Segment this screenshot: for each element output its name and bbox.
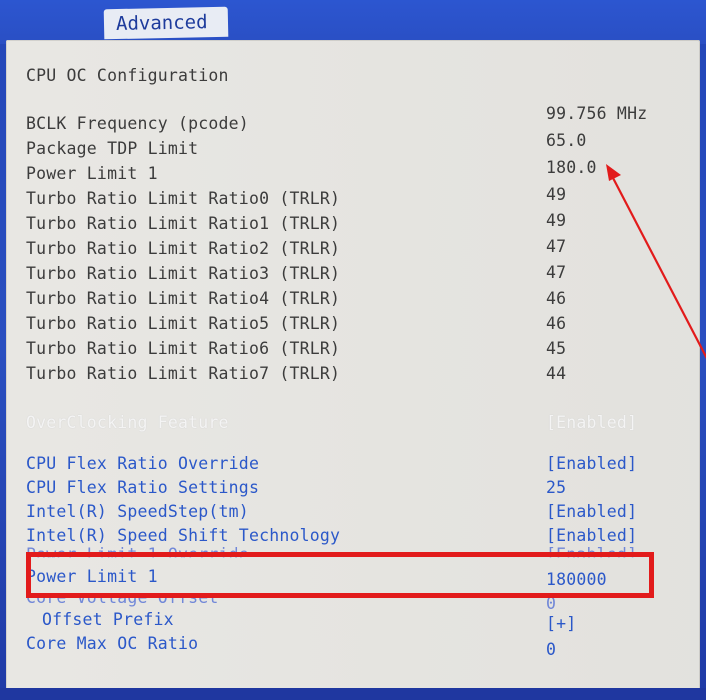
readout-row-trlr0: Turbo Ratio Limit Ratio0 (TRLR) 49	[26, 185, 686, 211]
tab-advanced[interactable]: Advanced	[103, 6, 229, 40]
option-label: Offset Prefix	[42, 610, 174, 629]
readout-label: Turbo Ratio Limit Ratio4 (TRLR)	[26, 289, 341, 308]
readout-value: 45	[546, 339, 567, 358]
option-core-max-oc-ratio[interactable]: Core Max OC Ratio 0	[26, 632, 686, 659]
readout-row-trlr1: Turbo Ratio Limit Ratio1 (TRLR) 49	[26, 211, 686, 236]
option-label: Intel(R) SpeedStep(tm)	[26, 502, 249, 521]
readout-value: 46	[546, 314, 567, 333]
readout-label: Power Limit 1	[26, 164, 158, 183]
readout-value: 65.0	[546, 131, 587, 150]
readout-label: Turbo Ratio Limit Ratio6 (TRLR)	[26, 339, 341, 358]
readout-label: Turbo Ratio Limit Ratio0 (TRLR)	[26, 189, 341, 208]
bios-screen: Advanced CPU OC Configuration BCLK Frequ…	[0, 0, 706, 700]
option-overclocking-feature[interactable]: OverClocking Feature [Enabled]	[26, 411, 686, 435]
readout-row-trlr6: Turbo Ratio Limit Ratio6 (TRLR) 45	[26, 337, 686, 361]
tab-bar: Advanced	[0, 0, 706, 44]
readout-value: 44	[546, 364, 567, 383]
readout-label: Turbo Ratio Limit Ratio1 (TRLR)	[26, 214, 341, 233]
readout-value: 99.756 MHz	[546, 104, 648, 123]
bottom-frame	[0, 688, 706, 700]
readout-label: Turbo Ratio Limit Ratio5 (TRLR)	[26, 314, 341, 333]
option-offset-prefix[interactable]: Offset Prefix [+]	[42, 608, 686, 633]
readout-label: Turbo Ratio Limit Ratio2 (TRLR)	[26, 239, 341, 258]
readout-value: 49	[546, 185, 567, 204]
readout-label: Turbo Ratio Limit Ratio3 (TRLR)	[26, 264, 341, 283]
readout-row-trlr4: Turbo Ratio Limit Ratio4 (TRLR) 46	[26, 287, 686, 311]
page-title: CPU OC Configuration	[26, 66, 229, 85]
readout-row-trlr3: Turbo Ratio Limit Ratio3 (TRLR) 47	[26, 262, 686, 286]
annotation-highlight-box	[26, 552, 654, 598]
readout-label: Turbo Ratio Limit Ratio7 (TRLR)	[26, 364, 341, 383]
readout-row-bclk: BCLK Frequency (pcode) 99.756 MHz	[26, 104, 686, 136]
readout-row-power-limit-1: Power Limit 1 180.0	[26, 158, 686, 186]
readout-row-trlr5: Turbo Ratio Limit Ratio5 (TRLR) 46	[26, 312, 686, 336]
readout-value: 47	[546, 237, 567, 256]
option-label: Core Max OC Ratio	[26, 634, 199, 653]
option-cpu-flex-ratio-override[interactable]: CPU Flex Ratio Override [Enabled]	[26, 452, 686, 476]
option-speedstep[interactable]: Intel(R) SpeedStep(tm) [Enabled]	[26, 500, 686, 524]
option-label: CPU Flex Ratio Settings	[26, 478, 260, 497]
readout-value: 47	[546, 263, 567, 282]
readout-label: BCLK Frequency (pcode)	[26, 114, 249, 133]
option-value: [Enabled]	[546, 502, 638, 521]
readout-value: 180.0	[546, 158, 597, 177]
option-value: 0	[546, 640, 557, 659]
option-cpu-flex-ratio-settings[interactable]: CPU Flex Ratio Settings 25	[26, 476, 686, 500]
readout-value: 49	[546, 211, 567, 230]
readout-row-trlr2: Turbo Ratio Limit Ratio2 (TRLR) 47	[26, 237, 686, 261]
option-value: [Enabled]	[546, 454, 638, 473]
readout-row-trlr7: Turbo Ratio Limit Ratio7 (TRLR) 44	[26, 362, 686, 386]
option-label: CPU Flex Ratio Override	[26, 454, 260, 473]
option-value: 25	[546, 478, 567, 497]
option-value: [Enabled]	[546, 413, 638, 432]
readout-label: Package TDP Limit	[26, 139, 199, 158]
readout-value: 46	[546, 289, 567, 308]
option-label: OverClocking Feature	[26, 413, 229, 432]
